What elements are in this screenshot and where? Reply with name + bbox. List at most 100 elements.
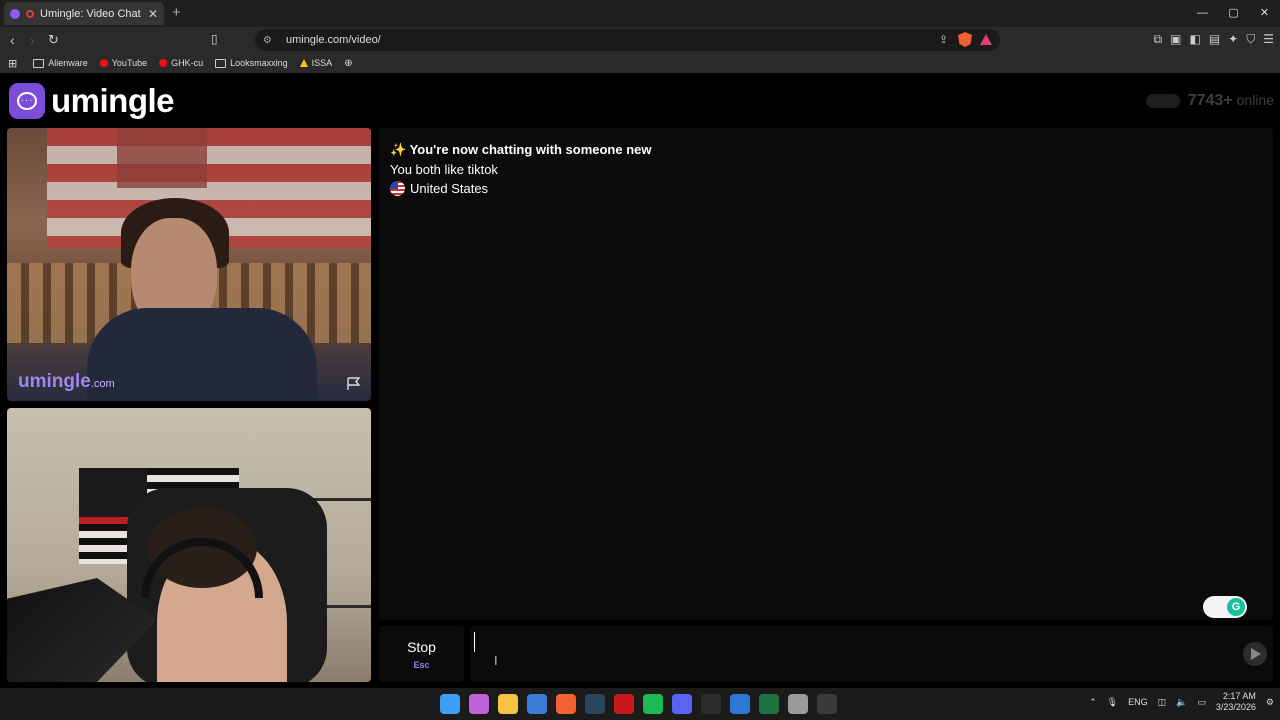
reload-icon[interactable]: ↻ (48, 32, 59, 48)
file-explorer-icon[interactable] (498, 694, 518, 714)
minimize-button[interactable]: — (1187, 0, 1218, 27)
windows-start-icon[interactable] (440, 694, 460, 714)
epic-games-icon[interactable] (701, 694, 721, 714)
site-info-icon[interactable]: ⚙ (263, 35, 272, 46)
site-logo[interactable]: ··· umingle (9, 82, 175, 120)
tab-search-icon[interactable]: ▤ (1209, 32, 1220, 47)
leo-ai-icon[interactable]: ✦ (1228, 32, 1238, 47)
stranger-video: umingle.com (7, 128, 371, 401)
bookmark-looksmaxxing[interactable]: Looksmaxxing (215, 58, 288, 68)
chat-bubble-icon: ··· (9, 83, 45, 119)
app-blue-icon[interactable] (730, 694, 750, 714)
steam-icon[interactable] (585, 694, 605, 714)
clock[interactable]: 2:17 AM 3/23/2026 (1216, 691, 1256, 713)
stop-button[interactable]: Stop Esc (379, 626, 464, 682)
online-count: 7743+ (1187, 92, 1233, 109)
bookmark-label: YouTube (111, 58, 148, 68)
url-text: umingle.com/video/ (285, 34, 381, 46)
stop-label: Stop (407, 639, 436, 655)
language-indicator[interactable]: ENG (1128, 697, 1148, 707)
send-button[interactable] (1243, 642, 1267, 666)
logo-text: umingle (51, 82, 175, 119)
send-icon (1251, 648, 1261, 660)
online-toggle[interactable] (1145, 94, 1180, 108)
message-composer: I (470, 626, 1273, 682)
toolbar-right: ⧉ ▣ ◧ ▤ ✦ ⛉ ☰ (1154, 32, 1274, 47)
text-cursor-icon: I (494, 653, 498, 668)
excel-icon[interactable] (759, 694, 779, 714)
forward-arrow-icon[interactable]: › (30, 32, 35, 48)
stranger-hoodie (87, 308, 317, 401)
share-icon[interactable]: ⇪ (939, 33, 948, 46)
watermark-tld: .com (90, 378, 115, 390)
sparkle-icon: ✨ (390, 142, 407, 157)
chat-log: ✨ You're now chatting with someone new Y… (379, 128, 1273, 620)
bookmark-issa[interactable]: ISSA (299, 58, 333, 68)
epic-games-active-icon[interactable] (817, 694, 837, 714)
copilot-icon[interactable] (469, 694, 489, 714)
store-icon[interactable] (527, 694, 547, 714)
youtube-icon (99, 59, 108, 67)
online-label: online (1236, 92, 1274, 108)
tab-close-icon[interactable]: ✕ (148, 7, 158, 21)
bookmark-label: Alienware (48, 58, 88, 68)
chat-headline: You're now chatting with someone new (409, 142, 652, 157)
wallet-icon[interactable]: ▣ (1170, 32, 1181, 47)
flag-canton (117, 128, 207, 188)
spotify-icon[interactable] (643, 694, 663, 714)
bookmarks-bar: ⊞ Alienware YouTube GHK-cu Looksmaxxing … (0, 53, 1280, 73)
message-input[interactable] (474, 632, 1214, 652)
discord-icon[interactable] (672, 694, 692, 714)
youtube-icon (159, 59, 168, 67)
url-field[interactable]: ▯ ⚙ umingle.com/video/ ⇪ (211, 29, 1000, 51)
menu-icon[interactable]: ☰ (1263, 32, 1274, 47)
bookmark-icon[interactable]: ▯ (211, 32, 218, 46)
bookmark-youtube[interactable]: YouTube (99, 58, 148, 68)
apps-grid-icon[interactable]: ⊞ (8, 57, 17, 70)
battery-icon[interactable]: ▭ (1197, 697, 1206, 708)
extensions-icon[interactable]: ⧉ (1154, 32, 1163, 47)
chrome-icon[interactable] (788, 694, 808, 714)
vpn-icon[interactable]: ⛉ (1246, 32, 1255, 47)
shared-interest: You both like tiktok (390, 162, 498, 177)
globe-icon[interactable]: ⊕ (344, 58, 352, 69)
folder-icon (215, 58, 227, 68)
taskbar-apps (440, 694, 837, 714)
bookmark-label: GHK-cu (171, 58, 204, 68)
browser-tab-bar: Umingle: Video Chat with Str ✕ + — ▢ ✕ (0, 0, 1280, 27)
bookmark-ghk-cu[interactable]: GHK-cu (159, 58, 203, 68)
app-red-icon[interactable] (614, 694, 634, 714)
back-arrow-icon[interactable]: ‹ (10, 32, 15, 48)
brave-rewards-icon[interactable] (980, 34, 992, 45)
brave-icon[interactable] (556, 694, 576, 714)
bookmark-alienware[interactable]: Alienware (33, 58, 88, 68)
country-label: United States (410, 181, 489, 196)
umingle-favicon-icon (10, 8, 20, 19)
clock-date: 3/23/2026 (1215, 702, 1256, 712)
notifications-icon[interactable]: ⚙ (1266, 697, 1274, 708)
report-flag-icon[interactable] (346, 377, 362, 391)
maximize-button[interactable]: ▢ (1218, 0, 1249, 27)
windows-taskbar: ⌃ 🎙 ENG ◫ 🔈 ▭ 2:17 AM 3/23/2026 ⚙ (0, 688, 1280, 720)
folder-icon (33, 58, 45, 68)
volume-icon[interactable]: 🔈 (1176, 697, 1187, 708)
stranger-country: United States (390, 181, 1262, 196)
brave-shields-icon[interactable] (958, 32, 972, 47)
grammarly-widget[interactable]: G (1203, 596, 1247, 618)
tray-overflow-icon[interactable]: ⌃ (1089, 697, 1097, 708)
browser-tab-umingle[interactable]: Umingle: Video Chat with Str ✕ (4, 2, 164, 25)
tab-title: Umingle: Video Chat with Str (40, 7, 142, 20)
microphone-icon[interactable]: 🎙 (1107, 697, 1118, 708)
us-flag-icon (390, 181, 405, 196)
triangle-icon (299, 59, 308, 67)
bookmark-label: Looksmaxxing (230, 58, 288, 68)
address-bar-row: ‹ › ↻ ▯ ⚙ umingle.com/video/ ⇪ ⧉ ▣ ◧ ▤ ✦… (0, 27, 1280, 53)
sidebar-icon[interactable]: ◧ (1189, 32, 1200, 47)
bookmark-label: ISSA (311, 58, 333, 68)
new-tab-button[interactable]: + (172, 4, 181, 21)
chat-status-message: ✨ You're now chatting with someone new (390, 142, 1262, 158)
window-controls: — ▢ ✕ (1187, 0, 1280, 27)
recording-icon (26, 9, 34, 18)
network-icon[interactable]: ◫ (1158, 697, 1167, 708)
close-window-button[interactable]: ✕ (1249, 0, 1280, 27)
